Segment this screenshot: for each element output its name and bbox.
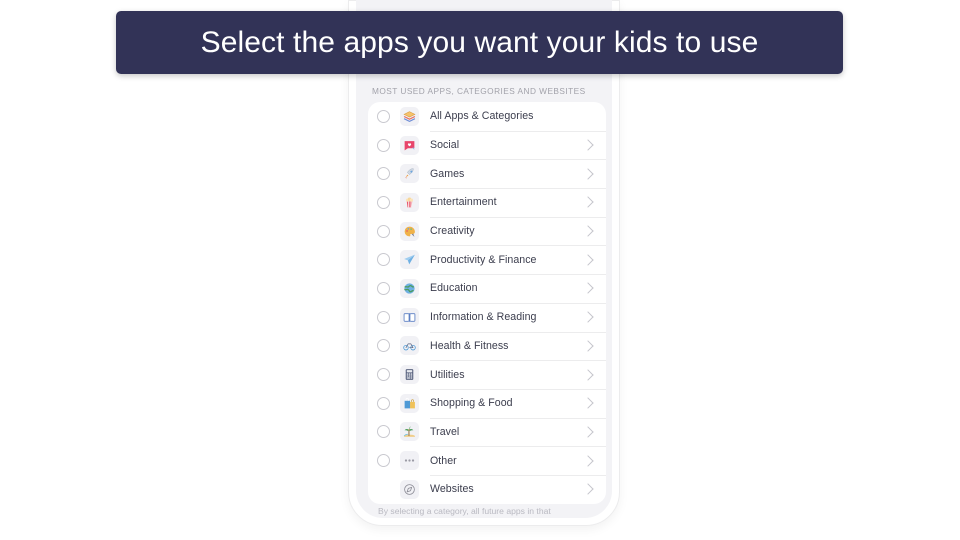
chevron-right-icon[interactable] — [582, 139, 594, 151]
category-row[interactable]: Websites — [368, 474, 606, 504]
category-radio-button[interactable] — [377, 253, 390, 267]
category-radio-button[interactable] — [377, 109, 390, 123]
caption-banner-text: Select the apps you want your kids to us… — [200, 25, 759, 59]
category-row[interactable]: Creativity — [368, 216, 606, 246]
category-row[interactable]: Travel — [368, 417, 606, 447]
category-radio-button[interactable] — [377, 138, 390, 152]
chevron-right-icon[interactable] — [582, 225, 594, 237]
chevron-placeholder — [582, 111, 593, 122]
category-row[interactable]: All Apps & Categories — [368, 102, 606, 131]
category-radio-button[interactable] — [377, 195, 390, 209]
category-row-label: Productivity & Finance — [430, 253, 537, 266]
compass-icon — [400, 479, 419, 499]
category-row[interactable]: Games — [368, 159, 606, 188]
category-radio-button[interactable] — [377, 224, 390, 238]
heart-chat-bubble-icon — [400, 135, 419, 155]
category-radio-button[interactable] — [377, 281, 390, 295]
category-row[interactable]: Education — [368, 274, 606, 303]
category-row-label: Information & Reading — [430, 311, 537, 324]
category-radio-button[interactable] — [377, 454, 390, 468]
chevron-right-icon[interactable] — [582, 454, 594, 467]
chevron-right-icon[interactable] — [582, 196, 594, 209]
rocket-icon — [400, 164, 419, 184]
category-radio-button[interactable] — [377, 167, 390, 181]
chevron-right-icon[interactable] — [582, 254, 594, 266]
caption-banner: Select the apps you want your kids to us… — [116, 11, 843, 74]
bicycle-icon — [400, 336, 419, 356]
chevron-right-icon[interactable] — [582, 397, 594, 409]
category-row[interactable]: Productivity & Finance — [368, 245, 606, 274]
chevron-right-icon[interactable] — [582, 483, 594, 495]
category-row-label: Creativity — [430, 225, 475, 238]
category-radio-button[interactable] — [377, 339, 390, 353]
chevron-right-icon[interactable] — [582, 340, 594, 352]
category-row-label: Social — [430, 139, 460, 152]
category-row-label: Shopping & Food — [430, 397, 513, 410]
category-radio-button[interactable] — [377, 425, 390, 439]
category-row[interactable]: Social — [368, 130, 606, 160]
chevron-right-icon[interactable] — [582, 168, 594, 180]
palette-icon — [400, 221, 419, 241]
category-radio-placeholder — [377, 483, 390, 496]
chevron-right-icon[interactable] — [582, 311, 594, 323]
category-row[interactable]: Shopping & Food — [368, 388, 606, 418]
island-palm-icon — [400, 422, 419, 442]
paper-plane-icon — [400, 250, 419, 270]
category-row[interactable]: Utilities — [368, 360, 606, 389]
category-list-card: All Apps & Categories Social Games Entertai… — [368, 102, 606, 504]
open-book-icon — [400, 307, 419, 327]
category-row[interactable]: Information & Reading — [368, 302, 606, 332]
category-row-label: Games — [430, 167, 465, 180]
stacked-layers-icon — [400, 106, 419, 126]
chevron-right-icon[interactable] — [582, 282, 594, 295]
card-footer-note: By selecting a category, all future apps… — [378, 506, 551, 516]
category-row-label: Travel — [430, 425, 460, 438]
chevron-right-icon[interactable] — [582, 368, 594, 381]
chevron-right-icon[interactable] — [582, 426, 594, 438]
shopping-bags-icon — [400, 393, 419, 413]
category-row-label: Other — [430, 454, 457, 467]
category-radio-button[interactable] — [377, 368, 390, 382]
calculator-icon — [400, 365, 419, 385]
category-row[interactable]: Other — [368, 446, 606, 475]
category-radio-button[interactable] — [377, 310, 390, 324]
category-row[interactable]: Health & Fitness — [368, 331, 606, 361]
category-row-label: Entertainment — [430, 196, 497, 209]
category-row[interactable]: Entertainment — [368, 188, 606, 217]
category-row-label: Utilities — [430, 368, 465, 381]
list-section-header: MOST USED APPS, CATEGORIES AND WEBSITES — [372, 86, 586, 96]
category-row-label: Education — [430, 282, 478, 295]
popcorn-icon — [400, 192, 419, 212]
category-radio-button[interactable] — [377, 396, 390, 410]
category-row-label: Websites — [430, 483, 474, 496]
category-row-label: Health & Fitness — [430, 339, 509, 352]
globe-icon — [400, 278, 419, 298]
ellipsis-icon — [400, 451, 419, 471]
category-row-label: All Apps & Categories — [430, 110, 534, 123]
